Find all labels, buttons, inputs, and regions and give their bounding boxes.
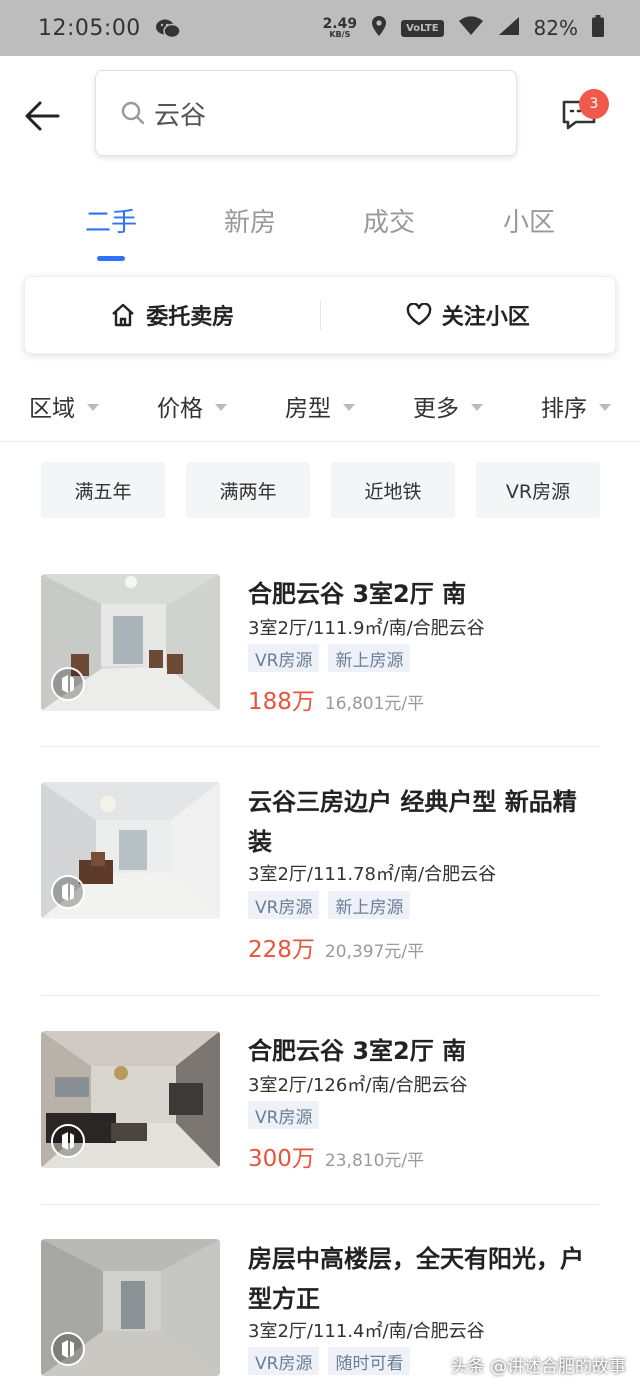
home-icon: [112, 303, 135, 327]
watermark: 头条 @讲述合肥的故事: [450, 1357, 626, 1377]
divider: [41, 1204, 599, 1205]
listing-photo[interactable]: [41, 782, 220, 919]
price-row: 300万 23,810元/平: [248, 1139, 424, 1173]
filter-layout[interactable]: 房型: [256, 389, 384, 423]
tab-second-hand[interactable]: 二手: [51, 202, 171, 239]
listing-info: 3室2厅/111.78㎡/南/合肥云谷: [248, 864, 497, 885]
listing-tag: 新上房源: [328, 644, 411, 672]
listing-tags: VR房源 随时可看: [248, 1347, 411, 1375]
search-input[interactable]: 云谷: [95, 70, 517, 156]
battery-icon: [592, 15, 604, 41]
location-icon: [371, 15, 387, 41]
listing-photo[interactable]: [41, 574, 220, 711]
filter-label: 价格: [157, 395, 203, 422]
filter-label: 房型: [285, 395, 331, 422]
caret-down-icon: [599, 403, 611, 411]
listing-tag: VR房源: [248, 891, 320, 919]
follow-community-label: 关注小区: [441, 305, 530, 330]
active-tab-indicator: [97, 256, 125, 261]
follow-community-button[interactable]: 关注小区: [321, 299, 616, 331]
listing-price: 188万: [248, 689, 315, 715]
quick-tag-two-years[interactable]: 满两年: [186, 462, 310, 518]
listing-tag: VR房源: [248, 1101, 320, 1129]
action-card: 委托卖房 关注小区: [24, 276, 616, 354]
listing-item[interactable]: 云谷三房边户 经典户型 新品精装 3室2厅/111.78㎡/南/合肥云谷 VR房…: [41, 782, 599, 964]
listing-item[interactable]: 合肥云谷 3室2厅 南 3室2厅/126㎡/南/合肥云谷 VR房源 300万 2…: [41, 1031, 599, 1173]
net-speed: 2.49 KB/S: [323, 17, 358, 39]
quick-tag-five-years[interactable]: 满五年: [41, 462, 165, 518]
listing-unit-price: 16,801元/平: [324, 694, 425, 714]
filter-label: 更多: [413, 395, 459, 422]
net-speed-unit: KB/S: [329, 30, 351, 39]
tab-bar: 二手 新房 成交 小区: [0, 180, 640, 261]
message-badge: 3: [579, 89, 609, 119]
filter-bar: 区域 价格 房型 更多 排序: [0, 370, 640, 442]
back-arrow-icon: [25, 101, 60, 131]
status-time: 12:05:00: [38, 15, 141, 41]
listing-title: 云谷三房边户 经典户型 新品精装: [248, 788, 577, 856]
caret-down-icon: [87, 403, 99, 411]
listing-tag: 随时可看: [328, 1347, 411, 1375]
listing-title: 房层中高楼层，全天有阳光，户型方正: [248, 1245, 584, 1313]
filter-price[interactable]: 价格: [128, 389, 256, 423]
divider: [41, 995, 599, 996]
listing-title: 合肥云谷 3室2厅 南: [248, 1037, 467, 1065]
quick-tag-vr[interactable]: VR房源: [476, 462, 600, 518]
listing-price: 300万: [248, 1146, 315, 1172]
listing-unit-price: 20,397元/平: [324, 942, 425, 962]
tab-community[interactable]: 小区: [469, 202, 589, 239]
price-row: 228万 20,397元/平: [248, 930, 424, 964]
filter-more[interactable]: 更多: [384, 389, 512, 423]
listing-info: 3室2厅/126㎡/南/合肥云谷: [248, 1075, 468, 1096]
caret-down-icon: [343, 403, 355, 411]
heart-icon: [406, 303, 432, 326]
listing-photo[interactable]: [41, 1031, 220, 1168]
sell-home-label: 委托卖房: [146, 305, 235, 330]
battery-percent: 82%: [533, 16, 578, 40]
listing-unit-price: 23,810元/平: [324, 1151, 425, 1171]
tab-new-home[interactable]: 新房: [190, 202, 310, 239]
listing-tag: VR房源: [248, 644, 320, 672]
listing-info: 3室2厅/111.4㎡/南/合肥云谷: [248, 1321, 485, 1342]
filter-sort[interactable]: 排序: [512, 389, 640, 423]
search-query: 云谷: [154, 100, 207, 131]
listing-item[interactable]: 合肥云谷 3室2厅 南 3室2厅/111.9㎡/南/合肥云谷 VR房源 新上房源…: [41, 574, 599, 716]
listing-title: 合肥云谷 3室2厅 南: [248, 580, 467, 608]
filter-label: 区域: [29, 395, 75, 422]
listing-tags: VR房源 新上房源: [248, 644, 411, 672]
signal-icon: [498, 16, 520, 40]
caret-down-icon: [215, 403, 227, 411]
listing-price: 228万: [248, 937, 315, 963]
wechat-icon: [155, 18, 181, 39]
vr-icon: [51, 1124, 85, 1158]
vr-icon: [51, 667, 85, 701]
vr-icon: [51, 875, 85, 909]
header: 云谷 3: [0, 56, 640, 176]
sell-home-button[interactable]: 委托卖房: [25, 299, 320, 331]
divider: [41, 746, 599, 747]
listing-tag: 新上房源: [328, 891, 411, 919]
tab-sold[interactable]: 成交: [329, 202, 449, 239]
listing-tag: VR房源: [248, 1347, 320, 1375]
search-icon: [120, 100, 146, 126]
listing-info: 3室2厅/111.9㎡/南/合肥云谷: [248, 618, 485, 639]
quick-tag-near-metro[interactable]: 近地铁: [331, 462, 455, 518]
wifi-icon: [458, 16, 484, 40]
back-button[interactable]: [22, 96, 66, 136]
filter-label: 排序: [541, 395, 587, 422]
listing-photo[interactable]: [41, 1239, 220, 1376]
price-row: 188万 16,801元/平: [248, 682, 424, 716]
quick-tags: 满五年 满两年 近地铁 VR房源: [41, 462, 600, 518]
net-speed-value: 2.49: [322, 16, 358, 32]
filter-area[interactable]: 区域: [0, 389, 128, 423]
vr-icon: [51, 1332, 85, 1366]
listing-tags: VR房源 新上房源: [248, 891, 411, 919]
listing-tags: VR房源: [248, 1101, 320, 1129]
status-icons: 2.49 KB/S VoLTE 82%: [323, 15, 604, 41]
status-bar: 12:05:00 2.49 KB/S VoLTE 82%: [0, 0, 640, 56]
caret-down-icon: [471, 403, 483, 411]
volte-badge: VoLTE: [401, 19, 444, 37]
